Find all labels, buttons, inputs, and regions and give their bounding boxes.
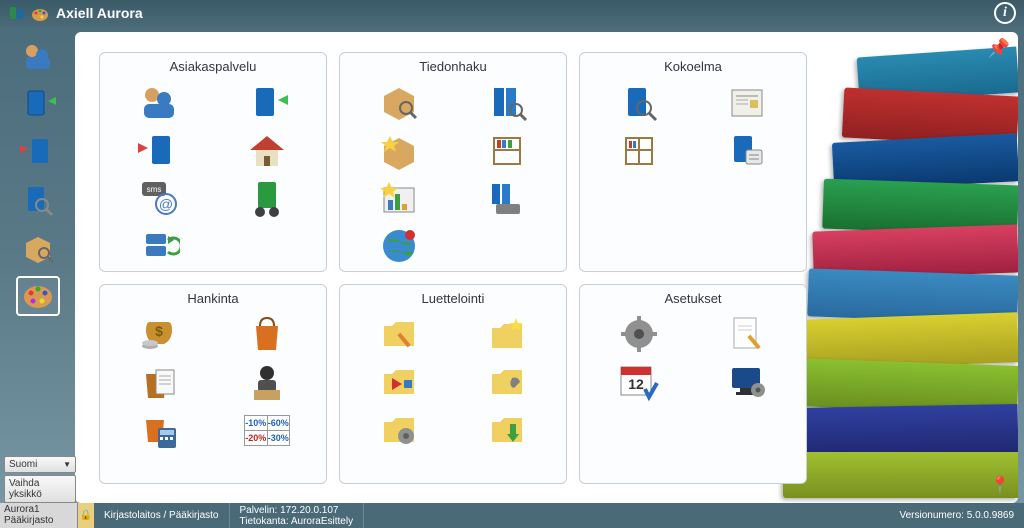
home-icon[interactable] xyxy=(244,128,290,172)
language-select[interactable]: Suomi ▼ xyxy=(4,456,76,473)
module-grid: Asiakaspalvelu sms @ Tiedonhaku xyxy=(75,32,1018,484)
svg-text:$: $ xyxy=(155,323,163,339)
module-acquisition: Hankinta $ -10% -60% -20% -30% xyxy=(99,284,327,484)
invoice-icon[interactable] xyxy=(136,360,182,404)
customers-icon[interactable] xyxy=(136,80,182,124)
folder-download-icon[interactable] xyxy=(484,408,530,452)
book-card-icon[interactable] xyxy=(724,128,770,172)
module-title: Hankinta xyxy=(110,291,316,306)
calendar-icon[interactable]: 12 xyxy=(616,360,662,404)
shelf-icon[interactable] xyxy=(484,128,530,172)
titlebar-icons xyxy=(8,4,48,22)
chevron-down-icon: ▼ xyxy=(63,460,71,469)
server-sync-icon[interactable] xyxy=(136,224,182,268)
module-customer-service: Asiakaspalvelu sms @ xyxy=(99,52,327,272)
status-library: Kirjastolaitos / Pääkirjasto xyxy=(94,503,230,528)
module-title: Kokoelma xyxy=(590,59,796,74)
module-title: Tiedonhaku xyxy=(350,59,556,74)
sms-email-icon[interactable]: sms @ xyxy=(136,176,182,220)
nav-palette-icon[interactable] xyxy=(16,276,60,316)
book-in-icon[interactable] xyxy=(136,128,182,172)
pin-top-icon[interactable]: 📌 xyxy=(988,38,1010,59)
newspaper-icon[interactable] xyxy=(724,80,770,124)
svg-text:12: 12 xyxy=(628,376,644,392)
money-icon[interactable]: $ xyxy=(136,312,182,356)
status-user: Aurora1 Pääkirjasto xyxy=(0,503,78,528)
app-icon-palette xyxy=(30,4,48,22)
module-collection: Kokoelma xyxy=(579,52,807,272)
gear-icon[interactable] xyxy=(616,312,662,356)
statusbar: Aurora1 Pääkirjasto 🔒 Kirjastolaitos / P… xyxy=(0,503,1024,528)
app-title: Axiell Aurora xyxy=(56,5,994,21)
bag-calc-icon[interactable] xyxy=(136,408,182,452)
printer-books-icon[interactable] xyxy=(484,176,530,220)
bottom-left-controls: Suomi ▼ Vaihda yksikkö xyxy=(4,456,76,503)
nav-checkin-icon[interactable] xyxy=(16,132,60,172)
language-value: Suomi xyxy=(9,459,37,470)
monitor-gear-icon[interactable] xyxy=(724,360,770,404)
module-title: Luettelointi xyxy=(350,291,556,306)
folder-new-icon[interactable] xyxy=(484,312,530,356)
folder-wrench-icon[interactable] xyxy=(484,360,530,404)
shopping-bag-icon[interactable] xyxy=(244,312,290,356)
document-edit-icon[interactable] xyxy=(724,312,770,356)
content-area: 📌 📍 Asiakaspalvelu xyxy=(75,32,1018,503)
nav-checkout-icon[interactable] xyxy=(16,84,60,124)
discount-grid: -10% -60% -20% -30% xyxy=(244,415,290,446)
status-version: Versionumero: 5.0.0.9869 xyxy=(899,510,1024,521)
box-star-icon[interactable] xyxy=(376,128,422,172)
sidebar xyxy=(0,26,75,503)
module-title: Asiakaspalvelu xyxy=(110,59,316,74)
supplier-icon[interactable] xyxy=(244,360,290,404)
svg-text:sms: sms xyxy=(147,185,162,194)
module-settings: Asetukset 12 xyxy=(579,284,807,484)
change-unit-button[interactable]: Vaihda yksikkö xyxy=(4,475,76,503)
info-button[interactable]: i xyxy=(994,2,1016,24)
nav-box-search-icon[interactable] xyxy=(16,228,60,268)
module-title: Asetukset xyxy=(590,291,796,306)
nav-customers-icon[interactable] xyxy=(16,36,60,76)
book-out-icon[interactable] xyxy=(244,80,290,124)
app-icon-1 xyxy=(8,4,26,22)
svg-text:@: @ xyxy=(159,196,173,212)
discounts-icon[interactable]: -10% -60% -20% -30% xyxy=(244,408,290,452)
lock-icon[interactable]: 🔒 xyxy=(78,503,94,528)
folder-gear-icon[interactable] xyxy=(376,408,422,452)
report-chart-icon[interactable] xyxy=(376,176,422,220)
status-server-db: Palvelin: 172.20.0.107 Tietokanta: Auror… xyxy=(230,503,365,528)
module-cataloging: Luettelointi xyxy=(339,284,567,484)
book-search-icon[interactable] xyxy=(616,80,662,124)
mobile-library-icon[interactable] xyxy=(244,176,290,220)
shelf-collection-icon[interactable] xyxy=(616,128,662,172)
pin-bottom-icon[interactable]: 📍 xyxy=(990,475,1010,495)
module-search: Tiedonhaku xyxy=(339,52,567,272)
nav-search-book-icon[interactable] xyxy=(16,180,60,220)
book-catalog-search-icon[interactable] xyxy=(484,80,530,124)
globe-icon[interactable] xyxy=(376,224,422,268)
titlebar: Axiell Aurora i xyxy=(0,0,1024,26)
folder-edit-icon[interactable] xyxy=(376,312,422,356)
folder-media-icon[interactable] xyxy=(376,360,422,404)
box-search-icon[interactable] xyxy=(376,80,422,124)
